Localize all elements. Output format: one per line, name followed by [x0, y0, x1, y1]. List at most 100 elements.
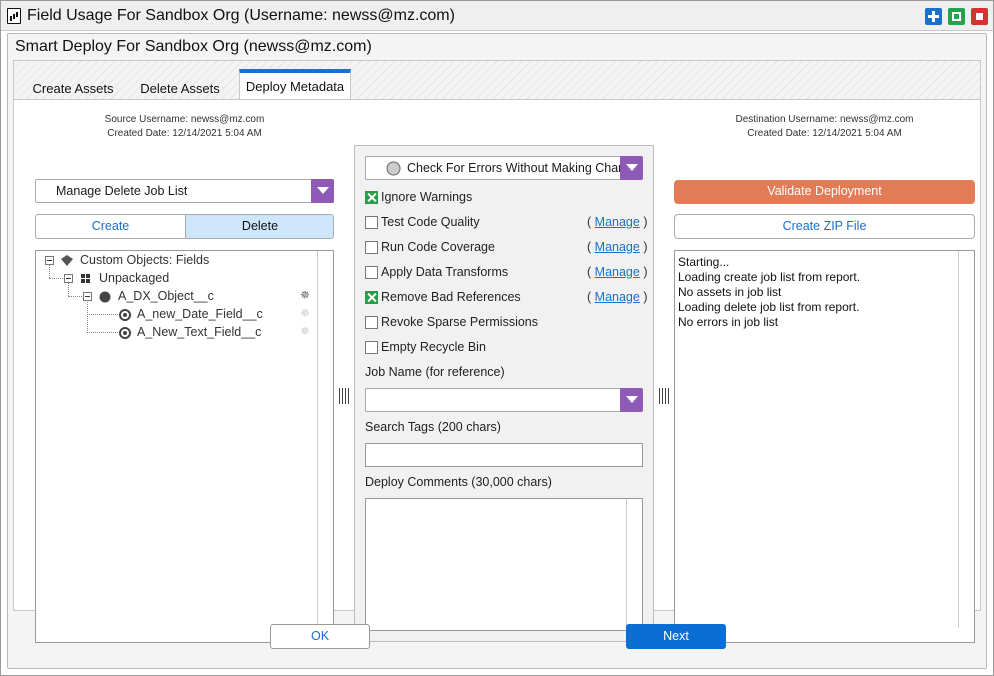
next-button[interactable]: Next [626, 624, 726, 649]
tree-field-label[interactable]: A_new_Date_Field__c [137, 307, 263, 321]
destination-created-date: Created Date: 12/14/2021 5:04 AM [747, 128, 902, 139]
collapse-toggle[interactable] [64, 274, 73, 283]
tree-object-label[interactable]: A_DX_Object__c [118, 289, 214, 303]
log-lines: Starting... Loading create job list from… [678, 255, 860, 330]
log-vertical-scrollbar[interactable] [958, 251, 974, 628]
tree-connector [87, 300, 88, 333]
search-tags-label: Search Tags (200 chars) [365, 420, 501, 434]
tree-field-label[interactable]: A_New_Text_Field__c [137, 325, 261, 339]
window-titlebar: Field Usage For Sandbox Org (Username: n… [1, 1, 993, 31]
delete-toggle-button[interactable]: Delete [185, 215, 333, 238]
object-icon [99, 291, 111, 303]
asset-tree: Custom Objects: Fields Unpackaged A_DX_O… [35, 250, 334, 643]
paren: ( [587, 265, 592, 279]
paren: ( [587, 290, 592, 304]
paren: ) [643, 240, 648, 254]
apply-data-transforms-checkbox[interactable] [365, 266, 378, 279]
manage-group: ( Manage ) [587, 290, 648, 304]
right-splitter-handle[interactable] [659, 388, 669, 404]
run-code-coverage-checkbox[interactable] [365, 241, 378, 254]
create-toggle-button[interactable]: Create [36, 215, 185, 238]
gear-icon[interactable]: ✵ [300, 325, 310, 337]
collapse-toggle[interactable] [45, 256, 54, 265]
test-code-quality-label: Test Code Quality [381, 215, 480, 229]
window-title: Field Usage For Sandbox Org (Username: n… [27, 7, 455, 24]
dialog-title: Smart Deploy For Sandbox Org (newss@mz.c… [15, 38, 372, 55]
create-delete-toggle: Create Delete [35, 214, 334, 239]
deploy-mode-value: Check For Errors Without Making Changes [407, 161, 621, 175]
manage-test-code-quality-link[interactable]: Manage [595, 215, 640, 229]
empty-recycle-bin-checkbox[interactable] [365, 341, 378, 354]
tree-root-label[interactable]: Custom Objects: Fields [80, 253, 209, 267]
log-line: Loading delete job list from report. [678, 300, 860, 314]
ignore-warnings-checkbox[interactable] [365, 191, 378, 204]
tab-create-assets[interactable]: Create Assets [30, 79, 116, 100]
job-list-select-value: Manage Delete Job List [56, 184, 188, 198]
tab-delete-assets[interactable]: Delete Assets [138, 79, 222, 100]
source-created-date: Created Date: 12/14/2021 5:04 AM [107, 128, 262, 139]
app-window: Field Usage For Sandbox Org (Username: n… [0, 0, 994, 676]
deploy-comments-textarea[interactable] [365, 498, 643, 631]
tree-scrollbar[interactable] [317, 251, 333, 642]
paren: ) [643, 290, 648, 304]
tab-deploy-metadata[interactable]: Deploy Metadata [239, 69, 351, 101]
deploy-mode-select[interactable]: Check For Errors Without Making Changes [365, 156, 643, 180]
ignore-warnings-label: Ignore Warnings [381, 190, 473, 204]
log-line: No assets in job list [678, 285, 782, 299]
search-tags-input[interactable] [365, 443, 643, 467]
diamond-icon [61, 255, 73, 266]
tree-connector [49, 264, 50, 278]
paren: ( [587, 215, 592, 229]
grid-icon [81, 274, 90, 283]
source-username: Source Username: newss@mz.com [104, 114, 265, 125]
job-name-input[interactable] [365, 388, 643, 412]
paren: ) [643, 265, 648, 279]
tab-strip: Create Assets Delete Assets Deploy Metad… [13, 60, 981, 101]
revoke-sparse-permissions-checkbox[interactable] [365, 316, 378, 329]
paren: ) [643, 215, 648, 229]
log-output: Starting... Loading create job list from… [674, 250, 975, 643]
manage-group: ( Manage ) [587, 240, 648, 254]
remove-bad-references-label: Remove Bad References [381, 290, 521, 304]
revoke-sparse-permissions-label: Revoke Sparse Permissions [381, 315, 539, 329]
left-splitter-handle[interactable] [339, 388, 349, 404]
manage-run-code-coverage-link[interactable]: Manage [595, 240, 640, 254]
gear-icon[interactable]: ✵ [300, 289, 310, 301]
collapse-toggle[interactable] [83, 292, 92, 301]
log-line: Loading create job list from report. [678, 270, 861, 284]
maximize-button[interactable] [948, 8, 965, 25]
add-window-button[interactable] [925, 8, 942, 25]
tree-connector [87, 332, 120, 333]
chevron-down-icon[interactable] [620, 388, 643, 412]
deploy-comments-label: Deploy Comments (30,000 chars) [365, 475, 552, 489]
manage-group: ( Manage ) [587, 265, 648, 279]
apply-data-transforms-label: Apply Data Transforms [381, 265, 509, 279]
tree-package-label[interactable]: Unpackaged [99, 271, 169, 285]
manage-group: ( Manage ) [587, 215, 648, 229]
paren: ( [587, 240, 592, 254]
report-icon [7, 8, 21, 24]
job-name-label: Job Name (for reference) [365, 365, 505, 379]
empty-recycle-bin-label: Empty Recycle Bin [381, 340, 486, 354]
log-line: No errors in job list [678, 315, 779, 329]
manage-apply-data-transforms-link[interactable]: Manage [595, 265, 640, 279]
gear-icon[interactable]: ✵ [300, 307, 310, 319]
create-zip-file-button[interactable]: Create ZIP File [674, 214, 975, 239]
test-code-quality-checkbox[interactable] [365, 216, 378, 229]
remove-bad-references-checkbox[interactable] [365, 291, 378, 304]
log-line: Starting... [678, 255, 730, 269]
job-list-select[interactable]: Manage Delete Job List [35, 179, 334, 203]
close-button[interactable] [971, 8, 988, 25]
chevron-down-icon[interactable] [620, 156, 643, 180]
manage-remove-bad-references-link[interactable]: Manage [595, 290, 640, 304]
comments-scrollbar[interactable] [626, 499, 642, 630]
field-icon [119, 327, 131, 339]
tab-content: Source Username: newss@mz.com Created Da… [13, 99, 981, 643]
validate-deployment-button[interactable]: Validate Deployment [674, 180, 975, 204]
chevron-down-icon[interactable] [311, 179, 334, 203]
tree-connector [68, 282, 69, 296]
radio-circle-icon [386, 161, 401, 176]
run-code-coverage-label: Run Code Coverage [381, 240, 495, 254]
deploy-options-panel: Check For Errors Without Making Changes … [354, 145, 654, 642]
ok-button[interactable]: OK [270, 624, 370, 649]
